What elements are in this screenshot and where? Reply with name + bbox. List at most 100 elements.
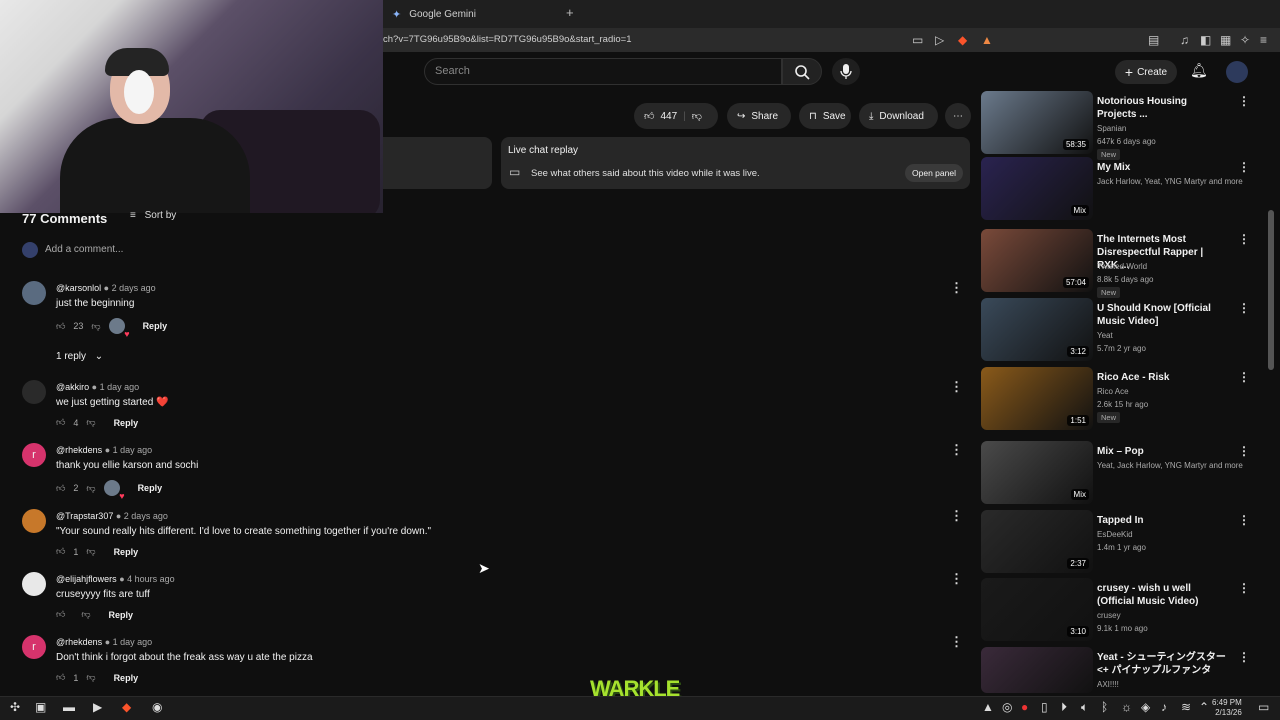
video-channel[interactable]: Spanian [1097, 122, 1247, 135]
video-channel[interactable]: AXI!!!! [1097, 678, 1247, 691]
search-button[interactable] [782, 58, 822, 85]
thumbs-up-icon[interactable]: 👍︎ [56, 483, 65, 494]
scrollbar-thumb[interactable] [1268, 210, 1274, 370]
tray-icon-2[interactable]: ◎ [1002, 700, 1012, 714]
video-title[interactable]: U Should Know [Official Music Video] [1097, 302, 1227, 328]
video-title[interactable]: Tapped In [1097, 514, 1227, 527]
thumbs-up-icon[interactable]: 👍︎ [56, 672, 65, 683]
thumbs-down-icon[interactable]: 👎︎ [86, 417, 95, 428]
thumbs-down-icon[interactable]: 👎︎ [81, 609, 90, 620]
save-button[interactable]: ⊓ Save [799, 103, 851, 129]
video-title[interactable]: Notorious Housing Projects ... [1097, 95, 1227, 121]
video-thumbnail[interactable]: Mix [981, 157, 1093, 220]
tray-icon-1[interactable]: ▲ [982, 700, 994, 714]
video-menu-icon[interactable]: ⋮ [1238, 301, 1250, 315]
app-icon[interactable]: ▶ [93, 700, 102, 714]
cast-icon[interactable]: ▭ [912, 33, 923, 47]
wifi-icon[interactable]: ≋ [1181, 700, 1191, 714]
comment-time[interactable]: 2 days ago [112, 283, 156, 293]
video-title[interactable]: My Mix [1097, 161, 1227, 174]
video-channel[interactable]: Yeat [1097, 329, 1247, 342]
reply-button[interactable]: Reply [114, 673, 139, 683]
comment-menu-icon[interactable]: ⋮ [950, 508, 963, 524]
comment-avatar[interactable]: r [22, 635, 46, 659]
thumbs-up-icon[interactable]: 👍︎ [644, 110, 654, 122]
voice-search-button[interactable] [832, 58, 860, 85]
taskbar-clock[interactable]: 6:49 PM 2/13/26 [1212, 698, 1242, 718]
comment-avatar[interactable] [22, 380, 46, 404]
create-button[interactable]: + Create [1115, 60, 1177, 84]
add-comment-input[interactable]: Add a comment... [45, 244, 123, 255]
reader-icon[interactable]: ▤ [1148, 33, 1159, 47]
show-desktop-icon[interactable]: ▭ [1258, 700, 1269, 714]
comment-menu-icon[interactable]: ⋮ [950, 280, 963, 296]
comment-menu-icon[interactable]: ⋮ [950, 442, 963, 458]
video-title[interactable]: Rico Ace - Risk [1097, 371, 1227, 384]
speaker-icon[interactable]: ♪ [1161, 700, 1167, 714]
comment-username[interactable]: @akkiro [56, 382, 89, 392]
thumbs-down-icon[interactable]: 👎︎ [86, 546, 95, 557]
video-thumbnail[interactable]: 1:51 [981, 367, 1093, 430]
reply-button[interactable]: Reply [114, 418, 139, 428]
download-button[interactable]: ⤓ Download [859, 103, 938, 129]
thumbs-up-icon[interactable]: 👍︎ [56, 417, 65, 428]
comment-avatar[interactable] [22, 509, 46, 533]
like-dislike-pill[interactable]: 👍︎ 447 | 👎︎ [634, 103, 718, 129]
sidebar-icon[interactable]: ◧ [1200, 33, 1211, 47]
reply-button[interactable]: Reply [143, 321, 168, 331]
comment-username[interactable]: @rhekdens [56, 637, 102, 647]
video-menu-icon[interactable]: ⋮ [1238, 232, 1250, 246]
new-tab-button[interactable]: + [566, 5, 574, 20]
thumbs-up-icon[interactable]: 👍︎ [56, 321, 65, 332]
comment-menu-icon[interactable]: ⋮ [950, 379, 963, 395]
video-title[interactable]: crusey - wish u well (Official Music Vid… [1097, 582, 1227, 608]
thumbs-down-icon[interactable]: 👎︎ [86, 483, 95, 494]
video-menu-icon[interactable]: ⋮ [1238, 94, 1250, 108]
video-thumbnail[interactable]: 57:04 [981, 229, 1093, 292]
chevron-up-icon[interactable]: ⌃ [1199, 700, 1209, 714]
comment-time[interactable]: 2 days ago [124, 511, 168, 521]
comment-username[interactable]: @elijahjflowers [56, 574, 117, 584]
start-menu-icon[interactable]: ✣ [10, 700, 20, 714]
media-icon[interactable]: ⏵ [1061, 700, 1067, 715]
terminal-icon[interactable]: ▬ [63, 700, 75, 714]
comment-username[interactable]: @Trapstar307 [56, 511, 113, 521]
brave-browser-icon[interactable]: ◆ [122, 700, 131, 714]
files-icon[interactable]: ▣ [35, 700, 46, 714]
video-menu-icon[interactable]: ⋮ [1238, 160, 1250, 174]
video-menu-icon[interactable]: ⋮ [1238, 444, 1250, 458]
search-input[interactable]: Search [424, 58, 782, 85]
rewards-icon[interactable]: ▲ [981, 33, 993, 47]
video-title[interactable]: Mix – Pop [1097, 445, 1227, 458]
thumbs-up-icon[interactable]: 👍︎ [56, 609, 65, 620]
comment-username[interactable]: @rhekdens [56, 445, 102, 455]
wallet-icon[interactable]: ▦ [1220, 33, 1231, 47]
notifications-bell-icon[interactable]: 🔔︎ [1190, 62, 1208, 79]
video-menu-icon[interactable]: ⋮ [1238, 370, 1250, 384]
video-thumbnail[interactable]: 3:12 [981, 298, 1093, 361]
video-thumbnail[interactable]: Mix [981, 441, 1093, 504]
thumbs-down-icon[interactable]: 👎︎ [91, 321, 100, 332]
brave-shield-icon[interactable]: ◆ [958, 33, 967, 47]
menu-icon[interactable]: ≡ [1260, 33, 1267, 47]
video-channel[interactable]: crusey [1097, 609, 1247, 622]
video-thumbnail[interactable]: 2:37 [981, 510, 1093, 573]
url-text[interactable]: ch?v=7TG96u95B9o&list=RD7TG96u95B9o&star… [383, 34, 631, 45]
thumbs-down-icon[interactable]: 👎︎ [86, 672, 95, 683]
brightness-icon[interactable]: ☼ [1121, 700, 1132, 714]
thumbs-down-icon[interactable]: 👎︎ [692, 110, 702, 122]
video-title[interactable]: Yeat - シューティングスター<+ パイナップルファンタ [1097, 651, 1227, 677]
clipboard-icon[interactable]: ▯ [1041, 700, 1048, 714]
comment-avatar[interactable] [22, 572, 46, 596]
comment-menu-icon[interactable]: ⋮ [950, 571, 963, 587]
video-menu-icon[interactable]: ⋮ [1238, 581, 1250, 595]
sort-by-button[interactable]: ≡ Sort by [130, 210, 176, 221]
video-thumbnail[interactable]: 3:10 [981, 578, 1093, 641]
video-channel[interactable]: EsDeeKid [1097, 528, 1247, 541]
video-thumbnail[interactable]: 58:35 [981, 91, 1093, 154]
video-menu-icon[interactable]: ⋮ [1238, 650, 1250, 664]
comment-username[interactable]: @karsonlol [56, 283, 101, 293]
play-icon[interactable]: ▷ [935, 33, 944, 47]
comment-time[interactable]: 4 hours ago [127, 574, 175, 584]
comment-avatar[interactable] [22, 281, 46, 305]
